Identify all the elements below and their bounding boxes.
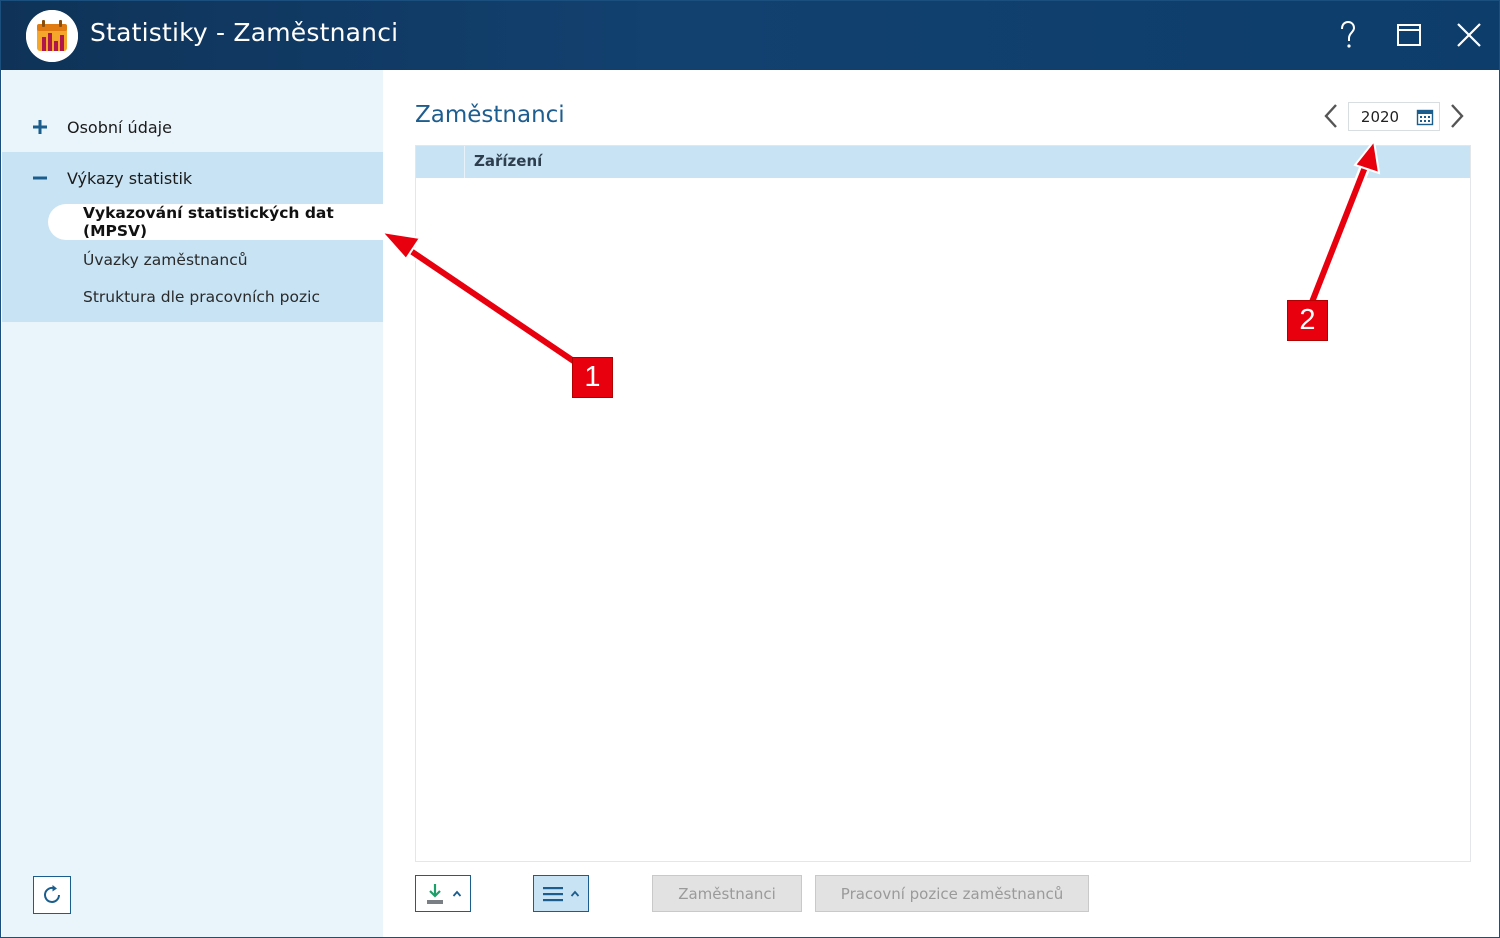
- sidebar-section-vykazy-statistik[interactable]: Výkazy statistik: [2, 153, 383, 203]
- grid-select-column[interactable]: [416, 146, 465, 178]
- data-grid[interactable]: Zařízení: [415, 145, 1471, 862]
- refresh-button[interactable]: [33, 876, 71, 914]
- menu-button[interactable]: [533, 875, 589, 912]
- help-icon: [1341, 20, 1356, 48]
- export-button[interactable]: [415, 875, 471, 912]
- collapse-minus-icon: [32, 153, 48, 203]
- hamburger-menu-icon: [543, 886, 563, 901]
- sidebar-section-label: Výkazy statistik: [67, 168, 193, 188]
- zamestnanci-button[interactable]: Zaměstnanci: [652, 875, 802, 912]
- download-icon: [427, 883, 443, 904]
- year-input[interactable]: [1349, 103, 1411, 130]
- title-bar: Statistiky - Zaměstnanci: [1, 1, 1499, 70]
- sidebar-item-struktura[interactable]: Struktura dle pracovních pozic: [48, 279, 383, 315]
- annotation-callout-1: 1: [572, 357, 613, 398]
- chevron-left-icon: [1324, 104, 1337, 128]
- sidebar-section-osobni-udaje[interactable]: Osobní údaje: [2, 102, 383, 152]
- year-previous-button[interactable]: [1318, 101, 1344, 131]
- sidebar-section-label: Osobní údaje: [67, 117, 172, 137]
- maximize-icon: [1397, 24, 1421, 46]
- page-title: Zaměstnanci: [415, 102, 565, 128]
- chevron-up-icon: [570, 890, 580, 897]
- help-button[interactable]: [1328, 15, 1368, 55]
- app-window: Statistiky - Zaměstnanci Osobní údaje Vý…: [0, 0, 1500, 938]
- column-header-zarizeni[interactable]: Zařízení: [474, 152, 542, 170]
- pracovni-pozice-button[interactable]: Pracovní pozice zaměstnanců: [815, 875, 1089, 912]
- chevron-right-icon: [1451, 104, 1464, 128]
- chevron-up-icon: [452, 890, 462, 897]
- year-picker: [1348, 102, 1440, 131]
- annotation-callout-2: 2: [1287, 300, 1328, 341]
- sidebar-group-vykazy: Výkazy statistik Vykazování statistickýc…: [2, 152, 383, 322]
- sidebar: Osobní údaje Výkazy statistik Vykazování…: [2, 70, 383, 937]
- sidebar-item-uvazky[interactable]: Úvazky zaměstnanců: [48, 242, 383, 278]
- expand-plus-icon: [32, 102, 48, 152]
- sidebar-item-vykazovani-mpsv[interactable]: Vykazování statistických dat (MPSV): [48, 204, 383, 240]
- close-button[interactable]: [1449, 15, 1489, 55]
- year-next-button[interactable]: [1444, 101, 1470, 131]
- window-title: Statistiky - Zaměstnanci: [90, 18, 399, 47]
- refresh-icon: [44, 885, 60, 903]
- calendar-icon[interactable]: [1416, 108, 1434, 126]
- close-icon: [1457, 23, 1481, 47]
- maximize-button[interactable]: [1389, 15, 1429, 55]
- statistics-app-icon: [26, 10, 78, 62]
- grid-header: Zařízení: [416, 146, 1470, 178]
